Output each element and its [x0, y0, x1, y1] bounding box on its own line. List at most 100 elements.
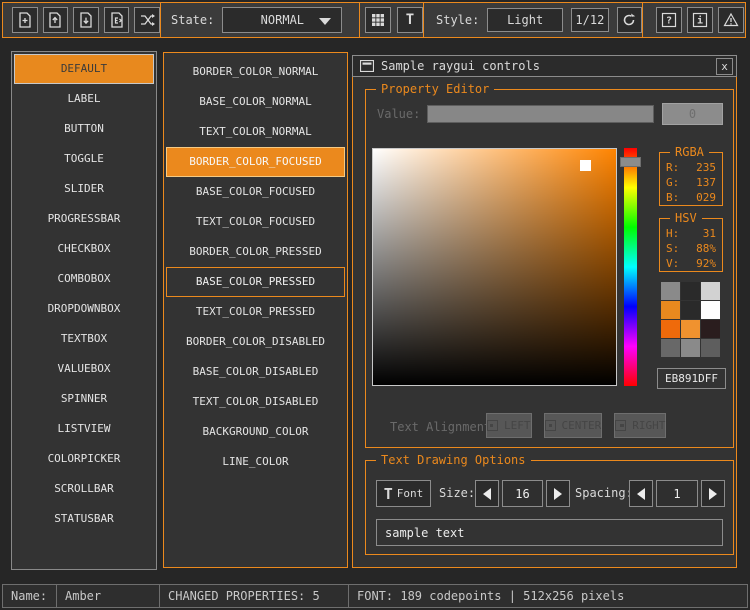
issue-button[interactable] [718, 7, 744, 33]
alignment-button[interactable]: CENTER [544, 413, 603, 438]
color-swatch[interactable] [661, 301, 680, 319]
color-swatch[interactable] [661, 320, 680, 338]
sample-text-input[interactable]: sample text [376, 519, 723, 546]
style-name-input[interactable]: Amber [56, 584, 160, 608]
open-file-button[interactable] [43, 7, 69, 33]
property-list-item[interactable]: BORDER_COLOR_NORMAL [166, 57, 345, 87]
alignment-button-label: CENTER [562, 419, 602, 432]
rgba-row: R: 235 [660, 160, 722, 175]
color-swatch[interactable] [701, 301, 720, 319]
state-dropdown[interactable]: NORMAL [222, 7, 342, 33]
arrow-right-icon [554, 488, 562, 500]
control-list-item[interactable]: CHECKBOX [14, 234, 154, 264]
svg-text:?: ? [666, 16, 672, 27]
control-list-item[interactable]: PROGRESSBAR [14, 204, 154, 234]
color-swatch[interactable] [681, 301, 700, 319]
property-list-item[interactable]: TEXT_COLOR_PRESSED [166, 297, 345, 327]
load-font-button[interactable]: T Font [376, 480, 431, 507]
size-increase-button[interactable] [546, 480, 570, 507]
color-swatch[interactable] [661, 339, 680, 357]
hue-slider-handle[interactable] [620, 157, 641, 167]
control-list-item[interactable]: TEXTBOX [14, 324, 154, 354]
hsv-row: H: 31 [660, 226, 722, 241]
help-icon: ? [661, 12, 677, 28]
alignment-button[interactable]: LEFT [486, 413, 532, 438]
property-list-item[interactable]: BACKGROUND_COLOR [166, 417, 345, 447]
control-list-item[interactable]: SPINNER [14, 384, 154, 414]
color-picker-panel[interactable] [372, 148, 617, 386]
window-icon [360, 60, 374, 72]
control-list-item[interactable]: STATUSBAR [14, 504, 154, 534]
control-list-item[interactable]: COMBOBOX [14, 264, 154, 294]
rgba-row: G: 137 [660, 175, 722, 190]
control-list-item[interactable]: VALUEBOX [14, 354, 154, 384]
property-list-item[interactable]: BASE_COLOR_PRESSED [166, 267, 345, 297]
hsv-row: V: 92% [660, 256, 722, 271]
randomize-style-button[interactable] [134, 7, 160, 33]
property-list-item[interactable]: TEXT_COLOR_NORMAL [166, 117, 345, 147]
new-file-button[interactable] [12, 7, 38, 33]
color-swatch[interactable] [681, 339, 700, 357]
reload-style-button[interactable] [617, 7, 642, 33]
hex-color-textbox[interactable]: EB891DFF [657, 368, 726, 389]
property-list-item[interactable]: BASE_COLOR_NORMAL [166, 87, 345, 117]
text-mode-icon: T [406, 13, 414, 27]
property-list-item[interactable]: BORDER_COLOR_DISABLED [166, 327, 345, 357]
properties-list[interactable]: BORDER_COLOR_NORMALBASE_COLOR_NORMALTEXT… [163, 52, 348, 568]
color-swatch[interactable] [661, 282, 680, 300]
spacing-value-box[interactable]: 1 [656, 480, 698, 507]
controls-list[interactable]: DEFAULTLABELBUTTONTOGGLESLIDERPROGRESSBA… [11, 51, 157, 570]
alignment-icon [487, 420, 498, 431]
color-swatch[interactable] [681, 282, 700, 300]
style-table-button[interactable] [365, 7, 391, 33]
spacing-decrease-button[interactable] [629, 480, 653, 507]
info-button[interactable]: i [687, 7, 713, 33]
style-name-button[interactable]: Light [487, 8, 563, 32]
value-box[interactable]: 0 [662, 103, 723, 125]
property-editor-group-label: Property Editor [376, 82, 494, 96]
text-mode-button[interactable]: T [397, 7, 423, 33]
spacing-increase-button[interactable] [701, 480, 725, 507]
close-window-button[interactable]: x [716, 58, 733, 75]
hue-bar[interactable] [624, 148, 637, 386]
property-list-item[interactable]: BASE_COLOR_FOCUSED [166, 177, 345, 207]
control-list-item[interactable]: SLIDER [14, 174, 154, 204]
control-list-item[interactable]: SCROLLBAR [14, 474, 154, 504]
color-picker-cursor[interactable] [580, 160, 591, 171]
color-swatch[interactable] [701, 320, 720, 338]
property-list-item[interactable]: BASE_COLOR_DISABLED [166, 357, 345, 387]
property-list-item[interactable]: LINE_COLOR [166, 447, 345, 477]
svg-text:i: i [697, 15, 703, 27]
property-list-item[interactable]: TEXT_COLOR_DISABLED [166, 387, 345, 417]
control-list-item[interactable]: LISTVIEW [14, 414, 154, 444]
help-button[interactable]: ? [656, 7, 682, 33]
control-list-item[interactable]: COLORPICKER [14, 444, 154, 474]
control-list-item[interactable]: DROPDOWNBOX [14, 294, 154, 324]
control-list-item[interactable]: DEFAULT [14, 54, 154, 84]
size-decrease-button[interactable] [475, 480, 499, 507]
property-list-item[interactable]: BORDER_COLOR_FOCUSED [166, 147, 345, 177]
window-title: Sample raygui controls [381, 59, 540, 73]
color-swatch[interactable] [681, 320, 700, 338]
color-swatch[interactable] [701, 282, 720, 300]
rgba-row-value: 137 [696, 175, 716, 190]
size-value-box[interactable]: 16 [502, 480, 543, 507]
alignment-button[interactable]: RIGHT [614, 413, 666, 438]
style-label: Style: [436, 13, 479, 27]
control-list-item[interactable]: TOGGLE [14, 144, 154, 174]
toolbar-help-section: ? i [643, 3, 745, 37]
export-file-button[interactable] [104, 7, 130, 33]
font-info-text: FONT: 189 codepoints | 512x256 pixels [357, 589, 624, 603]
control-list-item[interactable]: LABEL [14, 84, 154, 114]
color-swatch[interactable] [701, 339, 720, 357]
value-slider[interactable] [427, 105, 654, 123]
property-list-item[interactable]: BORDER_COLOR_PRESSED [166, 237, 345, 267]
property-list-item[interactable]: TEXT_COLOR_FOCUSED [166, 207, 345, 237]
control-list-item[interactable]: BUTTON [14, 114, 154, 144]
save-file-button[interactable] [73, 7, 99, 33]
info-icon: i [692, 12, 708, 28]
window-titlebar[interactable]: Sample raygui controls x [352, 55, 737, 77]
rgba-row-label: R: [666, 160, 679, 175]
warning-icon [723, 12, 739, 28]
toolbar-view-section: T [360, 3, 424, 37]
